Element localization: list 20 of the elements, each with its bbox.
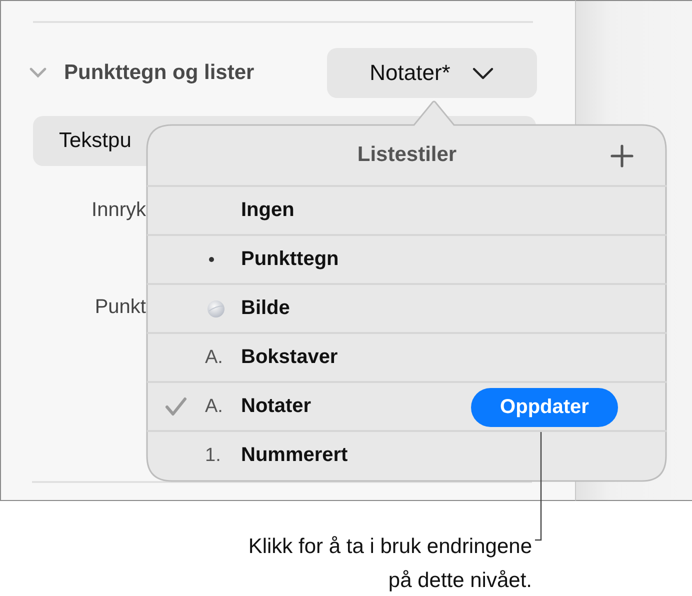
- update-button[interactable]: Oppdater: [471, 388, 618, 427]
- field-label: Innryk: [90, 199, 146, 222]
- image-bullet-icon: [207, 300, 225, 318]
- chevron-down-icon: [472, 66, 494, 80]
- bullet-icon: [209, 257, 214, 262]
- list-style-item[interactable]: Ingen: [147, 185, 667, 234]
- list-style-item[interactable]: A. Bokstaver: [147, 332, 667, 381]
- add-button[interactable]: [610, 144, 634, 168]
- list-marker: A.: [205, 346, 223, 368]
- popover-title: Listestiler: [357, 143, 457, 167]
- list-style-item[interactable]: Punkttegn: [147, 234, 667, 283]
- list-marker: A.: [205, 396, 223, 418]
- list-style-item[interactable]: Bilde: [147, 283, 667, 332]
- style-popup-button[interactable]: Notater*: [327, 48, 537, 98]
- callout-text: Klikk for å ta i bruk endringene på dette nivået.: [248, 534, 532, 594]
- field-label: Punkt: [94, 296, 146, 319]
- list-marker: 1.: [205, 444, 221, 466]
- list-style-item[interactable]: A. Notater Oppdater: [147, 381, 667, 430]
- list-style-item[interactable]: 1. Nummerert: [147, 430, 667, 479]
- section-title: Punkttegn og lister: [64, 61, 256, 85]
